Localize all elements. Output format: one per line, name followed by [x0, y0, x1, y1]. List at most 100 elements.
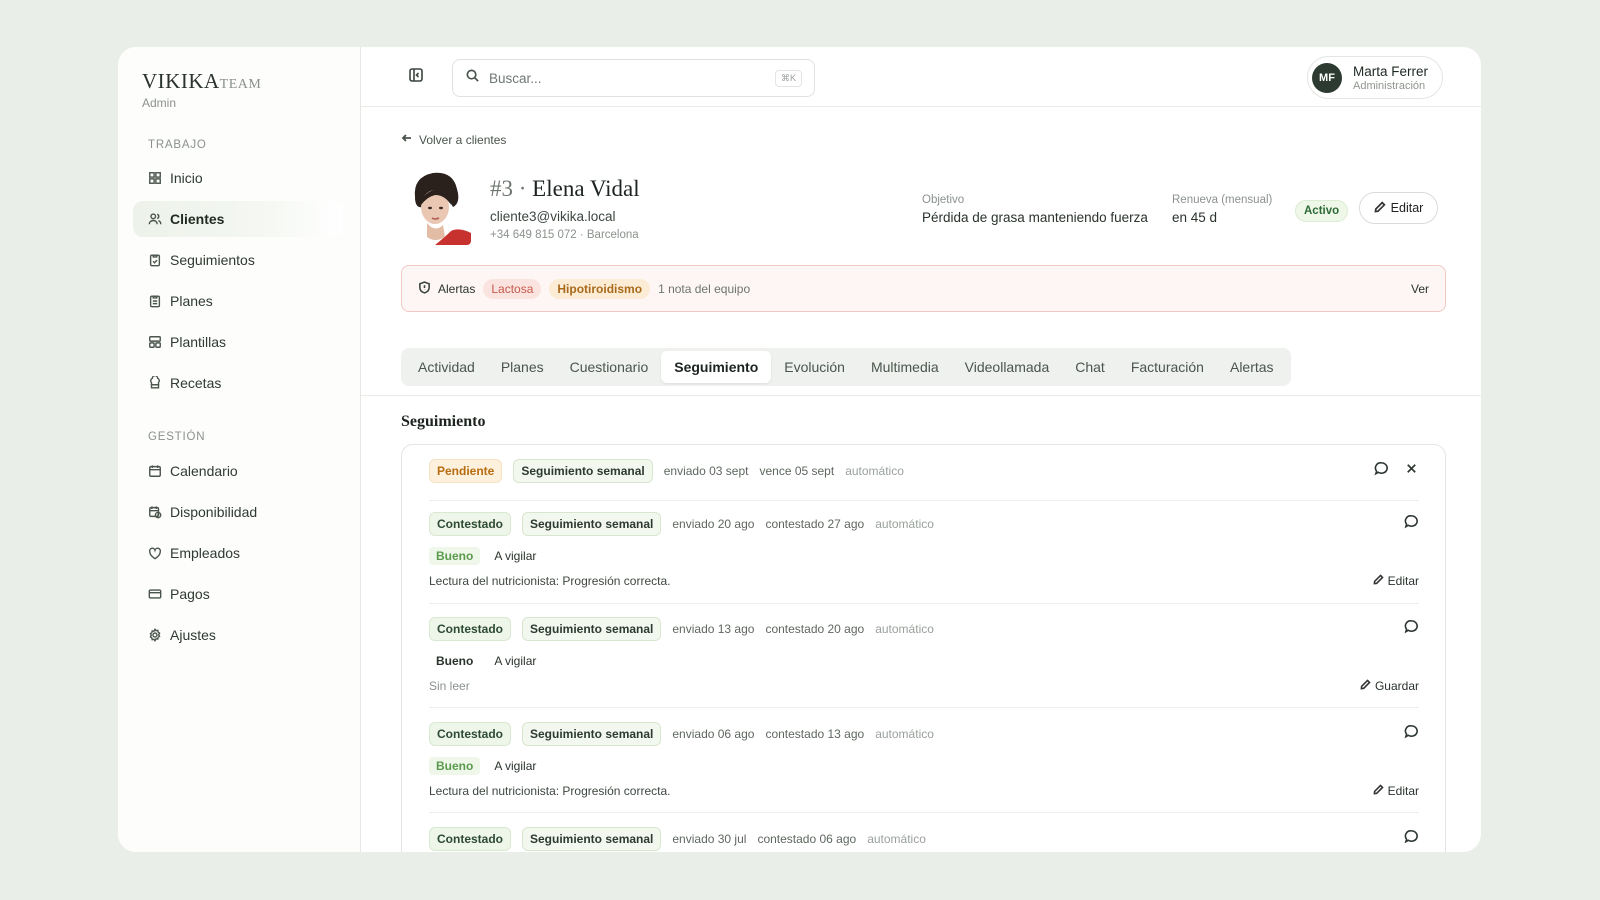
type-pill: Seguimiento semanal [522, 827, 662, 851]
sidebar-item-clientes[interactable]: Clientes [133, 201, 343, 237]
sidebar-item-inicio[interactable]: Inicio [133, 160, 343, 196]
section-title: Seguimiento [401, 413, 486, 430]
tab-cuestionario[interactable]: Cuestionario [557, 351, 662, 383]
edit-client-button[interactable]: Editar [1359, 192, 1438, 224]
watch-flag[interactable]: A vigilar [488, 652, 542, 670]
sent-date: enviado 20 ago [672, 517, 755, 531]
sidebar-item-recetas[interactable]: Recetas [133, 365, 343, 401]
tabs-divider [361, 395, 1481, 396]
sidebar-item-planes[interactable]: Planes [133, 283, 343, 319]
mode-label: automático [845, 464, 904, 478]
answered-date: contestado 06 ago [757, 832, 857, 846]
tab-facturacion[interactable]: Facturación [1118, 351, 1217, 383]
back-to-clients-link[interactable]: Volver a clientes [401, 132, 506, 147]
rating-badge: Bueno [429, 757, 481, 775]
edit-note-button[interactable]: Editar [1373, 784, 1419, 798]
sidebar-toggle-icon[interactable] [408, 67, 426, 85]
tab-actividad[interactable]: Actividad [405, 351, 488, 383]
close-icon[interactable] [1404, 461, 1419, 476]
brand-suffix: TEAM [219, 77, 262, 92]
search-shortcut: ⌘K [774, 69, 802, 87]
credit-card-icon [148, 587, 162, 601]
watch-flag: A vigilar [494, 759, 537, 773]
checkin-header: Contestado Seguimiento semanal enviado 2… [429, 512, 1419, 536]
alert-chip-hipotiroidismo: Hipotiroidismo [549, 278, 651, 299]
tab-seguimiento[interactable]: Seguimiento [661, 351, 772, 383]
pencil-icon [1360, 679, 1375, 693]
search-input[interactable] [489, 70, 775, 86]
nutritionist-note: Lectura del nutricionista: Progresión co… [429, 572, 1419, 590]
sidebar-item-seguimientos[interactable]: Seguimientos [133, 242, 343, 278]
sidebar-item-label: Ajustes [170, 627, 216, 643]
sidebar-item-label: Plantillas [170, 334, 227, 350]
sidebar-item-plantillas[interactable]: Plantillas [133, 324, 343, 360]
employees-icon [148, 546, 162, 560]
nav-section-gestion: GESTIÓN [148, 431, 206, 443]
save-note-button[interactable]: Guardar [1360, 679, 1419, 693]
tab-evolucion[interactable]: Evolución [771, 351, 858, 383]
tab-planes[interactable]: Planes [488, 351, 557, 383]
view-alerts-link[interactable]: Ver [1411, 282, 1429, 296]
chat-bubble-icon[interactable] [1404, 619, 1419, 634]
type-pill: Seguimiento semanal [522, 617, 662, 641]
mode-label: automático [867, 832, 926, 846]
client-meta: +34 649 815 072 · Barcelona [490, 229, 639, 241]
chat-bubble-icon[interactable] [1404, 829, 1419, 844]
type-pill: Seguimiento semanal [522, 722, 662, 746]
objective-block: Objetivo Pérdida de grasa manteniendo fu… [922, 194, 1148, 225]
tab-alertas[interactable]: Alertas [1217, 351, 1287, 383]
sidebar-item-label: Calendario [170, 463, 238, 479]
chat-bubble-icon[interactable] [1374, 461, 1389, 476]
checkin-row: Pendiente Seguimiento semanal enviado 03… [429, 459, 1419, 501]
chat-bubble-icon[interactable] [1404, 514, 1419, 529]
rating-badge[interactable]: Bueno [429, 652, 480, 670]
checkin-header: Pendiente Seguimiento semanal enviado 03… [429, 459, 1419, 483]
sidebar-item-calendario[interactable]: Calendario [133, 453, 343, 489]
sidebar-item-label: Empleados [170, 545, 241, 561]
sidebar: VIKIKATEAM Admin TRABAJO Inicio Clientes… [118, 47, 361, 852]
brand-logo: VIKIKATEAM Admin [142, 69, 261, 110]
tab-chat[interactable]: Chat [1062, 351, 1118, 383]
sidebar-item-ajustes[interactable]: Ajustes [133, 617, 343, 653]
edit-client-label: Editar [1390, 201, 1424, 215]
answered-date: contestado 27 ago [765, 517, 865, 531]
user-menu[interactable]: MF Marta Ferrer Administración [1306, 56, 1443, 99]
chef-hat-icon [148, 376, 162, 390]
tab-multimedia[interactable]: Multimedia [858, 351, 952, 383]
app-window: VIKIKATEAM Admin TRABAJO Inicio Clientes… [118, 47, 1481, 852]
row-actions [1389, 724, 1419, 739]
edit-note-button[interactable]: Editar [1373, 574, 1419, 588]
checkin-header: Contestado Seguimiento semanal enviado 1… [429, 617, 1419, 641]
alerts-bar: Alertas Lactosa Hipotiroidismo 1 nota de… [401, 265, 1446, 312]
status-pill: Contestado [429, 512, 511, 536]
objective-value: Pérdida de grasa manteniendo fuerza [922, 210, 1148, 225]
type-pill: Seguimiento semanal [513, 459, 653, 483]
tab-videollamada[interactable]: Videollamada [952, 351, 1063, 383]
status-pill: Contestado [429, 722, 511, 746]
note-text: Sin leer [429, 679, 470, 693]
sent-date: enviado 03 sept [663, 464, 749, 478]
sidebar-item-disponibilidad[interactable]: Disponibilidad [133, 494, 343, 530]
type-pill: Seguimiento semanal [522, 512, 662, 536]
client-email: cliente3@vikika.local [490, 209, 616, 224]
mode-label: automático [875, 727, 934, 741]
sidebar-item-empleados[interactable]: Empleados [133, 535, 343, 571]
client-title: #3 · Elena Vidal [490, 176, 640, 202]
shield-icon [418, 280, 438, 297]
back-link-label: Volver a clientes [419, 132, 507, 147]
row-actions [1389, 829, 1419, 844]
chat-bubble-icon[interactable] [1404, 724, 1419, 739]
answered-date: contestado 13 ago [765, 727, 865, 741]
sidebar-item-label: Pagos [170, 586, 210, 602]
sent-date: enviado 13 ago [672, 622, 755, 636]
due-date: vence 05 sept [759, 464, 835, 478]
alerts-label: Alertas [438, 281, 476, 296]
checkin-header: Contestado Seguimiento semanal enviado 0… [429, 722, 1419, 746]
pencil-icon [1373, 574, 1388, 588]
client-name: Elena Vidal [532, 176, 640, 201]
note-action-label: Guardar [1374, 679, 1419, 693]
mode-label: automático [875, 517, 934, 531]
sent-date: enviado 30 jul [672, 832, 747, 846]
renewal-block: Renueva (mensual) en 45 d [1172, 194, 1272, 225]
sidebar-item-pagos[interactable]: Pagos [133, 576, 343, 612]
